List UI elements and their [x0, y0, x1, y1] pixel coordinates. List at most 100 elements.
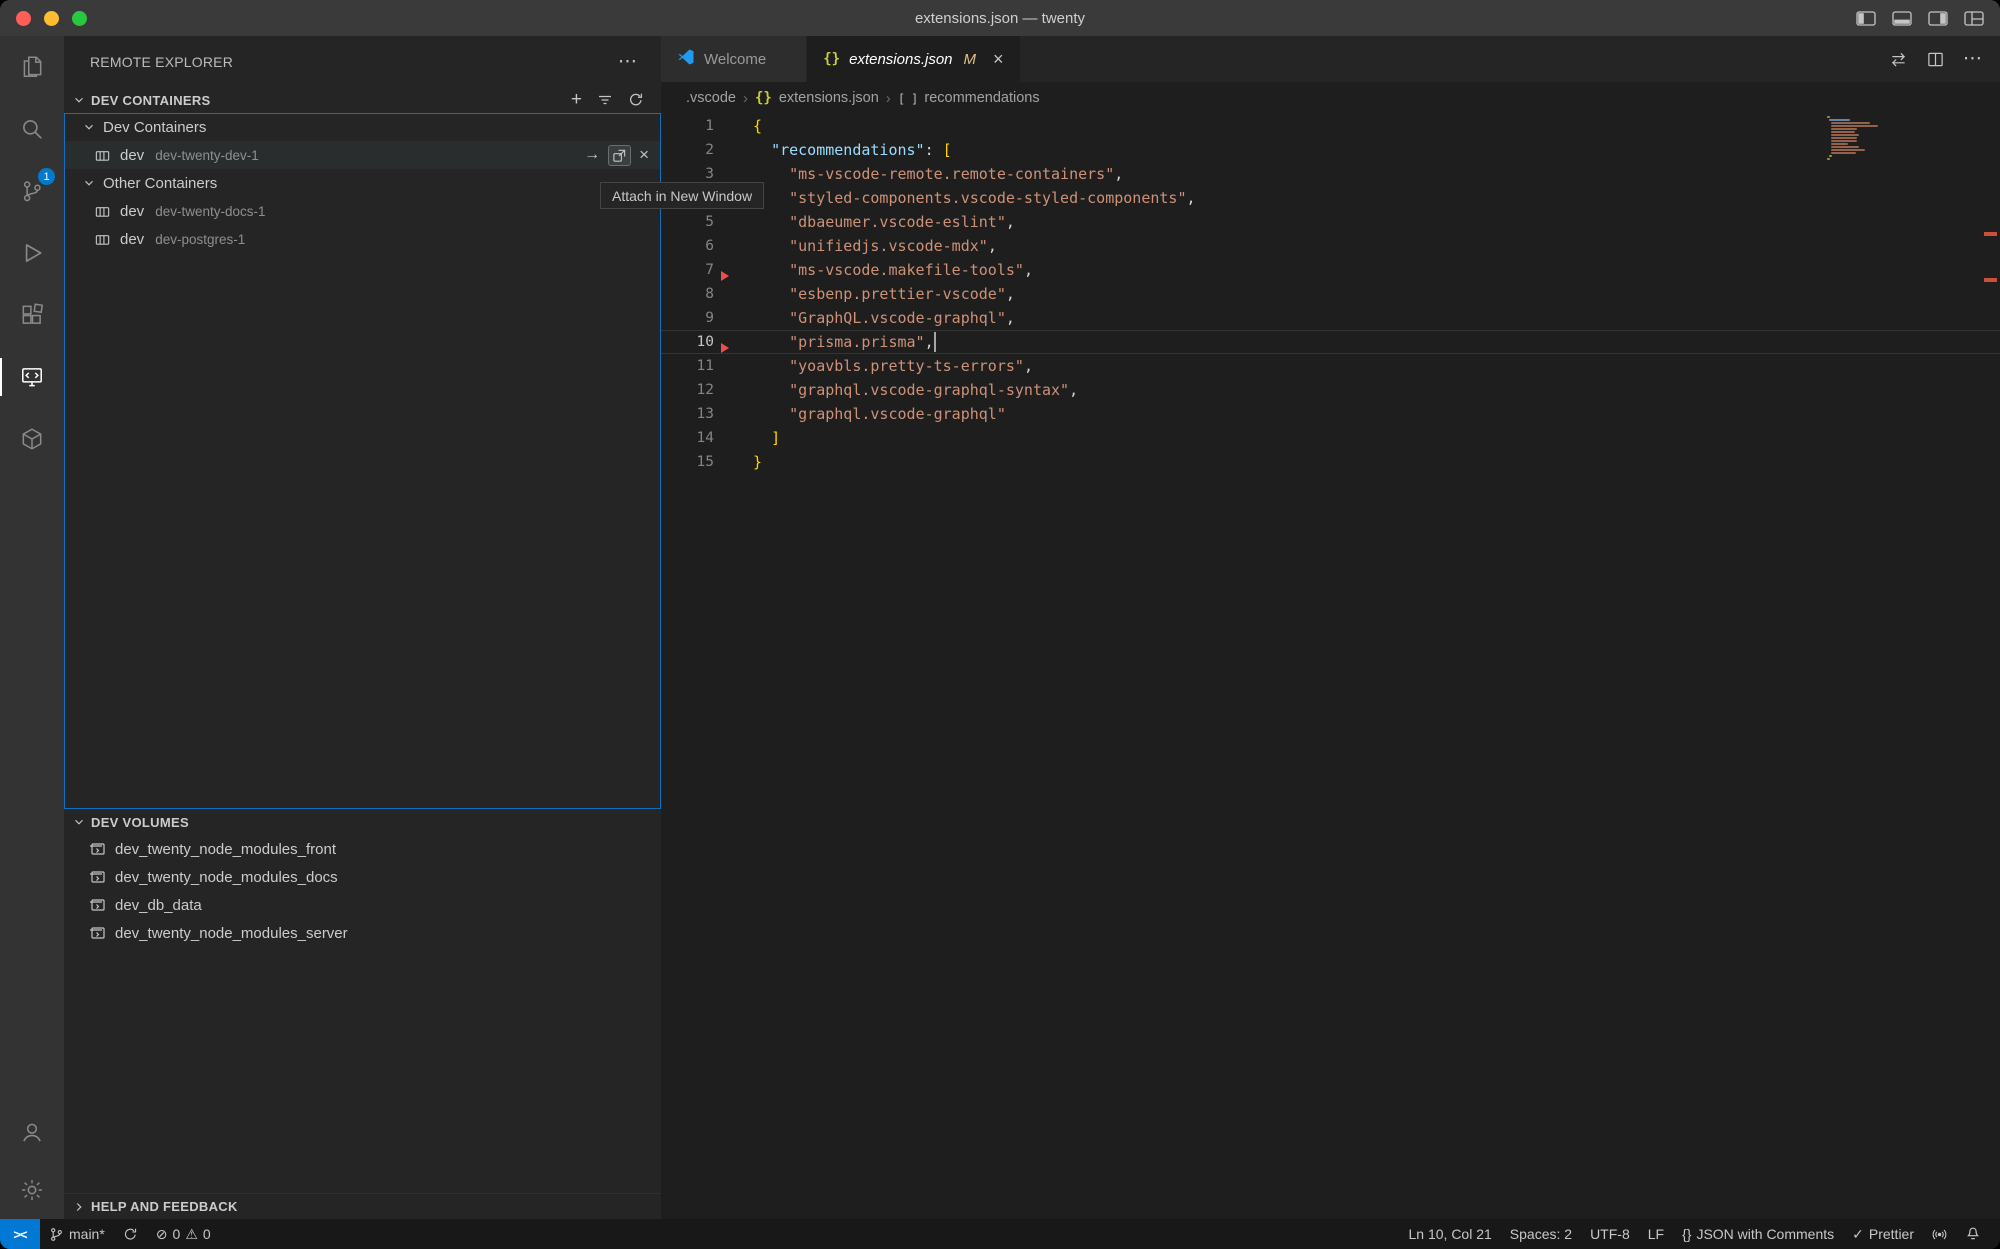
code-line[interactable]: 8 "esbenp.prettier-vscode",	[661, 282, 2000, 306]
split-editor-icon[interactable]	[1927, 51, 1944, 68]
line-number: 1	[661, 118, 714, 134]
minimap[interactable]	[1827, 116, 1885, 161]
settings-gear-icon[interactable]	[0, 1161, 64, 1219]
formatter-item[interactable]: ✓ Prettier	[1843, 1219, 1923, 1249]
tree-group-other-containers[interactable]: Other Containers	[64, 169, 661, 197]
dev-containers-tree: Dev Containers dev dev-twenty-dev-1 → × …	[64, 113, 661, 809]
sync-item[interactable]	[114, 1219, 147, 1249]
remote-explorer-icon[interactable]	[0, 346, 64, 408]
indentation-item[interactable]: Spaces: 2	[1501, 1219, 1581, 1249]
eol-item[interactable]: LF	[1639, 1219, 1673, 1249]
code-line[interactable]: 13 "graphql.vscode-graphql"	[661, 402, 2000, 426]
explorer-icon[interactable]	[0, 36, 64, 98]
code-line[interactable]: 2 "recommendations": [	[661, 138, 2000, 162]
branch-name: main*	[69, 1226, 105, 1242]
section-help-and-feedback[interactable]: HELP AND FEEDBACK	[64, 1193, 661, 1219]
error-count: 0	[173, 1226, 181, 1242]
containers-icon[interactable]	[0, 408, 64, 470]
code-line[interactable]: 14 ]	[661, 426, 2000, 450]
add-container-icon[interactable]: +	[571, 93, 582, 107]
line-number: 14	[661, 430, 714, 446]
code-line[interactable]: 7 "ms-vscode.makefile-tools",	[661, 258, 2000, 282]
more-actions-icon[interactable]: ⋯	[618, 57, 637, 67]
line-number: 6	[661, 238, 714, 254]
container-icon	[94, 203, 111, 220]
zoom-window-button[interactable]	[72, 11, 87, 26]
breadcrumb-file[interactable]: extensions.json	[779, 90, 879, 106]
remote-indicator[interactable]: ><	[0, 1219, 40, 1249]
branch-icon	[49, 1227, 64, 1242]
minimap-line	[1831, 140, 1857, 142]
volume-row[interactable]: dev_twenty_node_modules_docs	[64, 863, 661, 891]
code-line[interactable]: 1{	[661, 114, 2000, 138]
code-line[interactable]: 11 "yoavbls.pretty-ts-errors",	[661, 354, 2000, 378]
tab-extensions-json[interactable]: {} extensions.json M ×	[807, 36, 1019, 82]
code-line[interactable]: 6 "unifiedjs.vscode-mdx",	[661, 234, 2000, 258]
tab-welcome[interactable]: Welcome	[661, 36, 807, 82]
eol: LF	[1648, 1226, 1664, 1242]
volume-row[interactable]: dev_twenty_node_modules_server	[64, 919, 661, 947]
json-icon: {}	[755, 90, 772, 106]
attach-icon[interactable]: →	[584, 146, 600, 164]
close-tab-icon[interactable]: ×	[993, 52, 1004, 66]
search-icon[interactable]	[0, 98, 64, 160]
code-line[interactable]: 15}	[661, 450, 2000, 474]
tab-bar: Welcome {} extensions.json M × ⋯	[661, 36, 2000, 82]
overview-ruler-mark	[1984, 232, 1997, 236]
tree-item-dev-postgres[interactable]: dev dev-postgres-1	[64, 225, 661, 253]
minimize-window-button[interactable]	[44, 11, 59, 26]
broadcast-item[interactable]	[1923, 1219, 1956, 1249]
cursor-position-item[interactable]: Ln 10, Col 21	[1400, 1219, 1501, 1249]
language-mode-item[interactable]: {} JSON with Comments	[1673, 1219, 1843, 1249]
container-description: dev-twenty-docs-1	[155, 204, 265, 219]
section-dev-containers[interactable]: DEV CONTAINERS +	[64, 87, 661, 113]
code-line[interactable]: 4 "styled-components.vscode-styled-compo…	[661, 186, 2000, 210]
layout-controls	[1856, 0, 1984, 36]
minimap-line	[1831, 125, 1878, 127]
volume-row[interactable]: dev_db_data	[64, 891, 661, 919]
volume-icon	[90, 925, 106, 941]
tree-item-dev-twenty-dev[interactable]: dev dev-twenty-dev-1 → ×	[64, 141, 661, 169]
source-control-icon[interactable]: 1	[0, 160, 64, 222]
volume-row[interactable]: dev_twenty_node_modules_front	[64, 835, 661, 863]
line-number: 12	[661, 382, 714, 398]
more-actions-icon[interactable]: ⋯	[1963, 54, 1982, 64]
notifications-item[interactable]	[1956, 1219, 1990, 1249]
attach-new-window-icon[interactable]	[608, 145, 631, 166]
panel-title: REMOTE EXPLORER	[90, 54, 618, 70]
toggle-secondary-sidebar-icon[interactable]	[1928, 11, 1948, 26]
close-icon[interactable]: ×	[639, 148, 649, 162]
git-branch-item[interactable]: main*	[40, 1219, 114, 1249]
filter-icon[interactable]	[597, 92, 613, 108]
code-area[interactable]: 1{2 "recommendations": [3 "ms-vscode-rem…	[661, 114, 2000, 1219]
refresh-icon[interactable]	[628, 92, 644, 108]
problems-item[interactable]: ⊘ 0 ⚠ 0	[147, 1219, 220, 1249]
line-number: 11	[661, 358, 714, 374]
line-number: 8	[661, 286, 714, 302]
code-lines: 1{2 "recommendations": [3 "ms-vscode-rem…	[661, 114, 2000, 474]
open-changes-icon[interactable]	[1889, 51, 1908, 68]
section-dev-volumes[interactable]: DEV VOLUMES	[64, 809, 661, 835]
minimap-line	[1831, 131, 1855, 133]
tree-group-dev-containers[interactable]: Dev Containers	[64, 113, 661, 141]
close-window-button[interactable]	[16, 11, 31, 26]
code-line[interactable]: 12 "graphql.vscode-graphql-syntax",	[661, 378, 2000, 402]
code-line[interactable]: 10 "prisma.prisma",	[661, 330, 2000, 354]
tab-label: extensions.json	[849, 51, 952, 68]
code-line[interactable]: 9 "GraphQL.vscode-graphql",	[661, 306, 2000, 330]
section-label: DEV VOLUMES	[91, 815, 189, 830]
chevron-down-icon	[72, 815, 86, 829]
code-line[interactable]: 3 "ms-vscode-remote.remote-containers",	[661, 162, 2000, 186]
code-line[interactable]: 5 "dbaeumer.vscode-eslint",	[661, 210, 2000, 234]
run-debug-icon[interactable]	[0, 222, 64, 284]
tree-item-dev-twenty-docs[interactable]: dev dev-twenty-docs-1	[64, 197, 661, 225]
encoding-item[interactable]: UTF-8	[1581, 1219, 1639, 1249]
minimap-line	[1831, 146, 1859, 148]
toggle-panel-icon[interactable]	[1892, 11, 1912, 26]
breadcrumb-folder[interactable]: .vscode	[686, 90, 736, 106]
extensions-icon[interactable]	[0, 284, 64, 346]
toggle-primary-sidebar-icon[interactable]	[1856, 11, 1876, 26]
account-icon[interactable]	[0, 1103, 64, 1161]
customize-layout-icon[interactable]	[1964, 11, 1984, 26]
breadcrumb-symbol[interactable]: recommendations	[924, 90, 1039, 106]
